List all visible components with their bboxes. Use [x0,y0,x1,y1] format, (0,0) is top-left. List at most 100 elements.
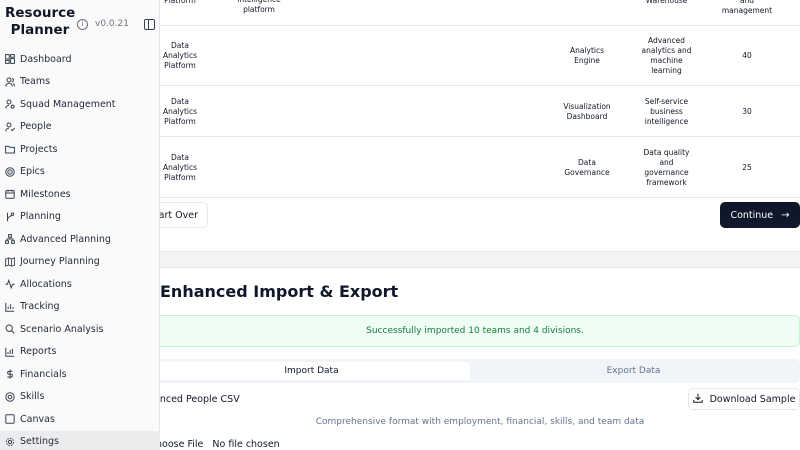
capacity-cell: and management [721,0,773,15]
sidebar-item-skills[interactable]: Skills [0,386,160,409]
network-icon [5,234,15,245]
map-icon [5,256,15,267]
sidebar-nav: Dashboard Teams Squad Management People [0,48,160,450]
sidebar-item-label: Planning [20,211,61,223]
team-cell: Data Analytics Platform [162,96,198,126]
folder-icon [5,144,15,154]
sidebar-item-label: Dashboard [20,53,72,65]
sidebar-item-canvas[interactable]: Canvas [0,408,160,431]
sidebar-item-advanced-planning[interactable]: Advanced Planning [0,228,160,251]
bar-chart-icon [5,302,15,312]
sidebar-item-label: People [20,121,52,133]
arrow-right-icon: → [781,209,790,221]
section-title: Enhanced Import & Export [160,282,399,301]
file-status-text: No file chosen [212,439,280,450]
sidebar-item-teams[interactable]: Teams [0,71,160,94]
version-label: v0.0.21 [95,19,129,29]
target-icon [5,167,15,177]
user-check-icon [5,122,15,132]
sidebar-item-label: Teams [20,76,51,88]
download-sample-label: Download Sample [709,393,796,405]
description-cell: Warehouse [645,0,688,5]
chart-icon [5,347,15,357]
name-cell: Analytics Engine [569,46,605,65]
dollar-icon [5,369,15,379]
description-cell: Advanced analytics and machine learning [641,36,692,75]
csv-format-description: Comprehensive format with employment, fi… [315,417,645,427]
sidebar-item-milestones[interactable]: Milestones [0,183,160,206]
continue-label: Continue [730,209,774,221]
sidebar-item-label: Milestones [20,188,71,200]
import-export-tabs: Import Data Export Data [160,359,800,383]
sidebar-item-projects[interactable]: Projects [0,138,160,161]
description-cell: Self-service business intelligence [644,96,689,126]
continue-button[interactable]: Continue → [720,202,800,228]
import-export-card: Enhanced Import & Export Successfully im… [160,267,800,450]
sidebar-item-label: Allocations [20,278,72,290]
teams-preview-card: Platform intelligence platform Warehouse… [160,0,800,252]
sidebar-item-label: Advanced Planning [20,233,111,245]
description-cell: intelligence platform [237,0,281,14]
name-cell: Data Governance [564,157,610,177]
sidebar-item-label: Canvas [20,413,55,425]
table-row: Platform intelligence platform Warehouse… [160,0,800,26]
sidebar-item-financials[interactable]: Financials [0,363,160,386]
sidebar-item-people[interactable]: People [0,116,160,139]
sidebar-item-epics[interactable]: Epics [0,161,160,184]
search-icon [5,324,15,335]
team-cell: Data Analytics Platform [162,41,198,70]
user-cog-icon [5,99,15,109]
info-icon[interactable]: i [77,19,88,30]
download-icon [692,393,703,406]
brand-line-1: Resource [5,5,76,21]
git-branch-icon [5,212,15,222]
sidebar-item-scenario-analysis[interactable]: Scenario Analysis [0,318,160,341]
team-cell: Platform [164,0,196,5]
choose-file-button[interactable]: hoose File [160,439,203,450]
sidebar: Resource Planner i v0.0.21 Dashboard Tea… [0,0,160,450]
capacity-cell: 25 [742,162,752,172]
sidebar-item-label: Skills [20,391,45,403]
sidebar-item-journey-planning[interactable]: Journey Planning [0,251,160,274]
activity-icon [5,279,15,290]
app-brand: Resource Planner [5,5,75,39]
download-sample-button[interactable]: Download Sample [688,388,800,410]
capacity-cell: 40 [742,51,752,60]
calendar-icon [5,189,15,199]
description-cell: Data quality and governance framework [643,147,690,187]
sidebar-item-tracking[interactable]: Tracking [0,296,160,319]
team-cell: Data Analytics Platform [162,152,198,182]
sidebar-item-label: Journey Planning [20,256,100,268]
users-icon [5,77,15,87]
award-icon [5,392,15,402]
tab-export-data[interactable]: Export Data [470,362,797,380]
file-input[interactable]: hoose File No file chosen [160,439,280,450]
sidebar-item-settings[interactable]: Settings [0,430,160,450]
table-row: Data Analytics Platform Analytics Engine… [160,26,800,86]
name-cell: Visualization Dashboard [563,101,611,121]
main-content: Platform intelligence platform Warehouse… [160,0,800,450]
sidebar-item-label: Squad Management [20,98,116,110]
sidebar-item-label: Scenario Analysis [20,323,104,335]
success-message: Successfully imported 10 teams and 4 div… [366,326,584,336]
table-row: Data Analytics Platform Data Governance … [160,137,800,198]
gear-icon [5,437,15,447]
sidebar-item-squad-management[interactable]: Squad Management [0,93,160,116]
sidebar-item-reports[interactable]: Reports [0,341,160,364]
brand-line-2: Planner [10,22,70,38]
sidebar-item-label: Projects [20,143,58,155]
dashboard-icon [5,54,15,65]
tab-import-data[interactable]: Import Data [160,362,470,380]
table-row: Data Analytics Platform Visualization Da… [160,86,800,137]
sidebar-item-label: Financials [20,368,67,380]
sidebar-toggle-icon[interactable] [144,19,155,30]
sidebar-item-planning[interactable]: Planning [0,206,160,229]
app-window: Resource Planner i v0.0.21 Dashboard Tea… [0,0,800,450]
csv-format-title: anced People CSV [160,394,240,405]
sidebar-item-label: Epics [20,166,45,178]
sidebar-item-allocations[interactable]: Allocations [0,273,160,296]
success-alert: Successfully imported 10 teams and 4 div… [160,315,800,347]
capacity-cell: 30 [742,106,752,116]
start-over-button[interactable]: tart Over [160,202,208,228]
sidebar-item-dashboard[interactable]: Dashboard [0,48,160,71]
